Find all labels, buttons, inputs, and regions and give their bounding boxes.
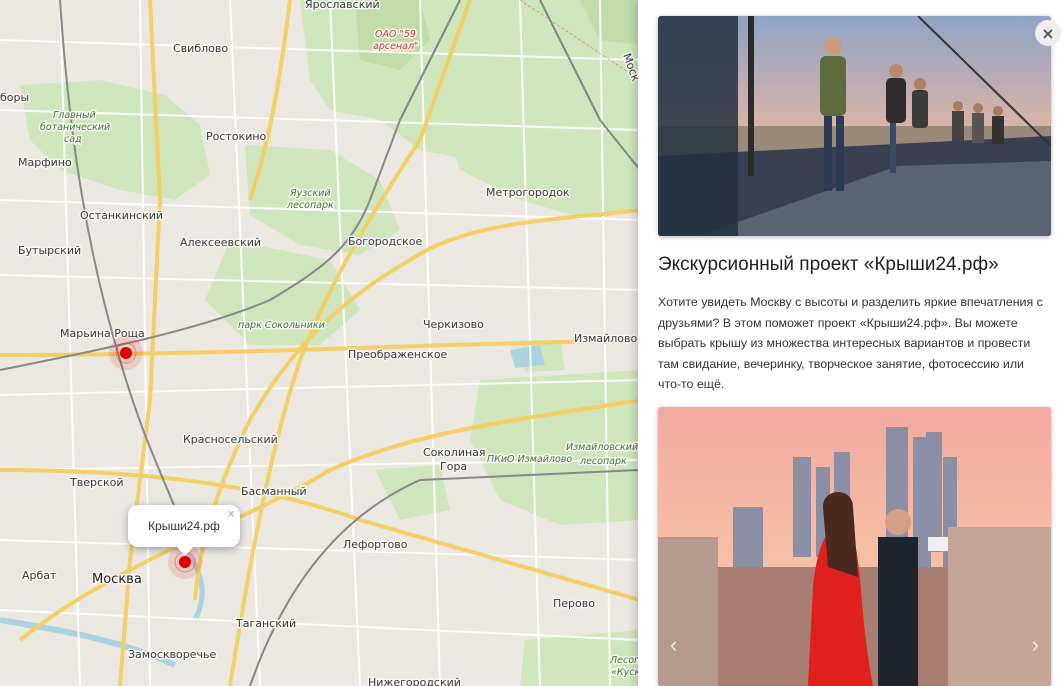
rooftop-walk-photo [658, 16, 1051, 236]
panel-close-icon[interactable]: × [1035, 20, 1061, 46]
map-label: ОАО "59 [375, 29, 416, 40]
map-label: Марфино [18, 156, 72, 169]
map-label: Тверской [69, 476, 124, 489]
map-label: Арбат [22, 569, 57, 582]
map-label: Нижегородский [368, 676, 461, 686]
map-label: Бутырский [18, 244, 81, 257]
map-label: Ярославский [305, 0, 380, 11]
map-label: Алексеевский [180, 236, 261, 249]
map-label: сад [64, 134, 82, 145]
prev-photo-icon[interactable]: ‹ [670, 632, 677, 658]
map-label: парк Сокольники [238, 320, 325, 331]
map-label: арсенал" [373, 41, 418, 52]
map-label: Черкизово [423, 318, 484, 331]
map-label: ПКиО Измайлово [487, 454, 572, 465]
popup-close-icon[interactable]: × [227, 506, 235, 521]
marker-maryina-roshcha[interactable] [109, 336, 143, 370]
map-label: лесопарк [579, 456, 627, 467]
map-label: Останкинский [80, 209, 163, 222]
map-label: Перово [553, 597, 595, 610]
map-label: Главный [53, 110, 96, 121]
map-label: ботанический [40, 122, 110, 133]
map-label: «Куск [611, 667, 640, 678]
next-photo-icon[interactable]: › [1032, 632, 1039, 658]
map-popup[interactable]: Крыши24.рф × [128, 505, 240, 556]
panel-description: Хотите увидеть Москву с высоты и раздели… [658, 295, 1043, 391]
panel-title: Экскурсионный проект «Крыши24.рф» [658, 254, 999, 275]
map-label: Преображенское [348, 348, 448, 361]
map-label: Богородское [348, 235, 423, 248]
map-label: Соколиная [423, 446, 486, 459]
map-label: Москва [92, 572, 142, 587]
map-label: Замоскворечье [128, 648, 216, 661]
map-label: Измайлово [574, 332, 638, 345]
info-panel: × Экскурсионный проект «Крыши24.рф» Хоти… [638, 0, 1063, 686]
map-label: Свиблово [173, 42, 228, 55]
couple-skyline-photo: ‹ › [658, 407, 1051, 686]
map-label: Метрогородок [486, 186, 570, 199]
popup-label: Крыши24.рф [148, 519, 220, 533]
map-label: боры [0, 91, 29, 104]
map-label: Яузский [289, 188, 331, 199]
map-label: Гора [440, 460, 467, 473]
map-label: Красносельский [183, 433, 278, 446]
map-label: Лефортово [343, 538, 408, 551]
map-label: Таганский [235, 617, 296, 630]
map-label: Басманный [241, 485, 307, 498]
map-label: Ростокино [206, 130, 267, 143]
map-label: лесопарк [286, 200, 334, 211]
map-label: Измайловский [566, 442, 638, 453]
